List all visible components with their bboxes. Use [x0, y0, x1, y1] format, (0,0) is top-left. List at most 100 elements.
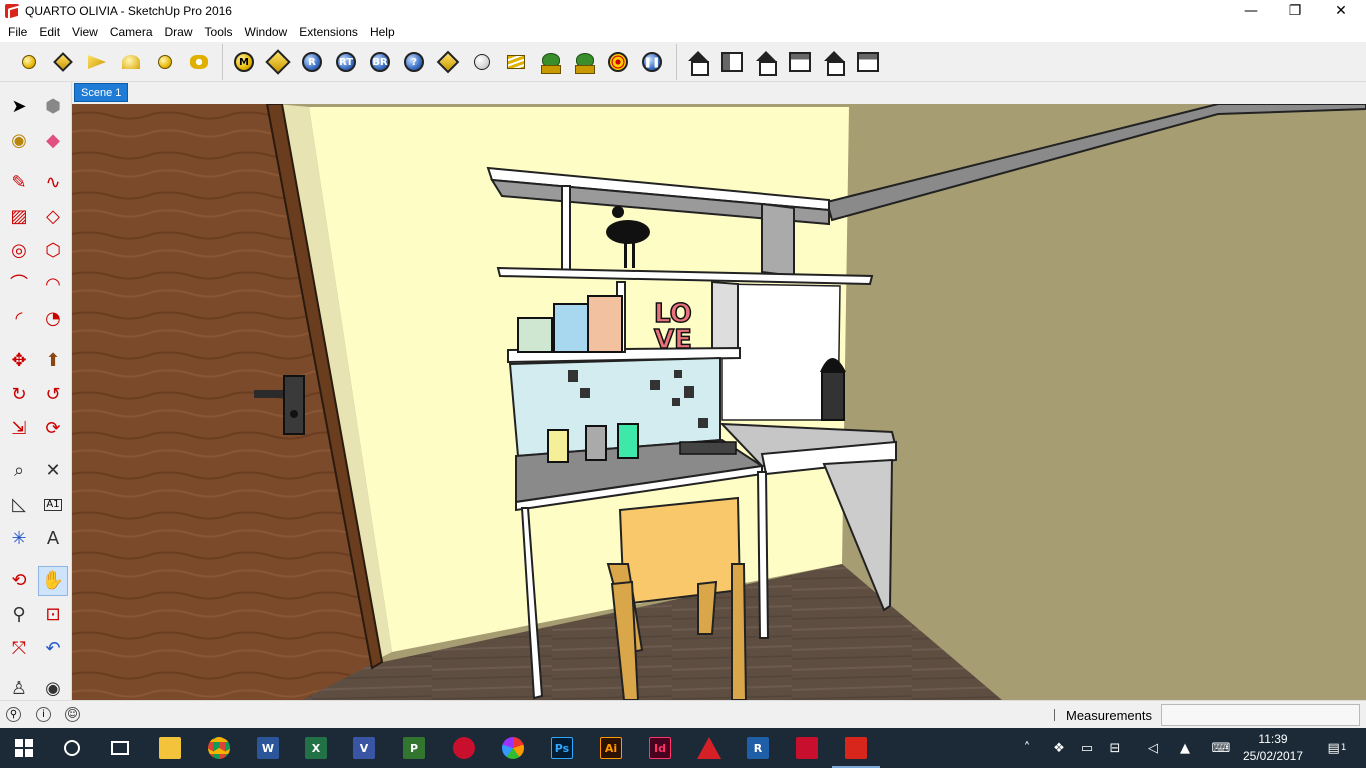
tape-measure-tool[interactable]: ⌕	[4, 456, 34, 486]
pyramid-button[interactable]	[46, 46, 80, 78]
menu-draw[interactable]: Draw	[159, 22, 199, 42]
task-view-button[interactable]	[96, 728, 144, 768]
taskbar-file-explorer[interactable]	[146, 728, 194, 768]
battery-icon[interactable]: ▭	[1076, 728, 1098, 768]
zoom-window-tool[interactable]: ⊡	[38, 600, 68, 630]
axes-tool[interactable]: ✳	[4, 524, 34, 554]
geo-location-icon[interactable]: ⚲	[6, 707, 21, 722]
three-point-arc-tool[interactable]: ◜	[4, 304, 34, 334]
pie-tool[interactable]: ◔	[38, 304, 68, 334]
torus-button[interactable]	[182, 46, 216, 78]
menu-tools[interactable]: Tools	[199, 22, 239, 42]
layers-button[interactable]	[499, 46, 533, 78]
dome-button[interactable]	[114, 46, 148, 78]
follow-me-tool[interactable]: ↺	[38, 380, 68, 410]
hemisphere-button[interactable]	[148, 46, 182, 78]
model-viewport[interactable]: LO VE	[72, 104, 1366, 700]
tree-1-button[interactable]	[533, 46, 567, 78]
taskbar-illustrator[interactable]: Ai	[587, 728, 635, 768]
rotated-rectangle-tool[interactable]: ◇	[38, 202, 68, 232]
taskbar-indesign[interactable]: Id	[636, 728, 684, 768]
tray-expand-button[interactable]: ˄	[1018, 728, 1036, 768]
make-component-tool[interactable]: ⬢	[38, 92, 68, 122]
taskbar-project[interactable]: P	[390, 728, 438, 768]
tree-2-button[interactable]	[567, 46, 601, 78]
taskbar-word[interactable]: W	[244, 728, 292, 768]
menu-camera[interactable]: Camera	[104, 22, 159, 42]
m-button[interactable]: M	[227, 46, 261, 78]
cone-button[interactable]	[80, 46, 114, 78]
circle-tool[interactable]: ◎	[4, 236, 34, 266]
menu-window[interactable]: Window	[239, 22, 294, 42]
dimension-tool[interactable]: ✕	[38, 456, 68, 486]
push-pull-tool[interactable]: ⬆	[38, 346, 68, 376]
text-tool[interactable]: A1	[38, 490, 68, 520]
menu-help[interactable]: Help	[364, 22, 401, 42]
taskbar-sketchup[interactable]	[832, 728, 880, 768]
taskbar-autocad[interactable]	[685, 728, 733, 768]
menu-file[interactable]: File	[2, 22, 33, 42]
zoom-extents-tool[interactable]: ⤧	[4, 634, 34, 664]
action-center-button[interactable]: ▤ 1	[1322, 728, 1352, 768]
rotate-tool[interactable]: ↻	[4, 380, 34, 410]
taskbar-picasa[interactable]	[489, 728, 537, 768]
menu-edit[interactable]: Edit	[33, 22, 66, 42]
polygon-tool[interactable]: ⬡	[38, 236, 68, 266]
orbit-tool[interactable]: ⟲	[4, 566, 34, 596]
google-drive-icon[interactable]: ▲	[1174, 728, 1196, 768]
minimize-button[interactable]: —	[1228, 0, 1274, 22]
scale-tool[interactable]: ⇲	[4, 414, 34, 444]
iso-view-button[interactable]	[681, 46, 715, 78]
sphere-button[interactable]	[12, 46, 46, 78]
user-icon[interactable]: ☺	[65, 707, 80, 722]
cortana-button[interactable]	[48, 728, 96, 768]
taskbar-revit[interactable]: R	[734, 728, 782, 768]
taskbar-app-doc[interactable]	[783, 728, 831, 768]
freehand-tool[interactable]: ∿	[38, 168, 68, 198]
tag-button[interactable]	[261, 46, 295, 78]
label-button[interactable]	[431, 46, 465, 78]
keyboard-icon[interactable]: ⌨	[1208, 728, 1234, 768]
zoom-tool[interactable]: ⚲	[4, 600, 34, 630]
pan-tool[interactable]: ✋	[38, 566, 68, 596]
rectangle-tool[interactable]: ▨	[4, 202, 34, 232]
scene-tab[interactable]: Scene 1	[74, 83, 129, 102]
two-point-arc-tool[interactable]: ◠	[38, 270, 68, 300]
start-button[interactable]	[0, 728, 48, 768]
r-button[interactable]: R	[295, 46, 329, 78]
taskbar-chrome[interactable]	[195, 728, 243, 768]
close-button[interactable]: ✕	[1318, 0, 1364, 22]
taskbar-photoshop[interactable]: Ps	[538, 728, 586, 768]
offset-tool[interactable]: ⟳	[38, 414, 68, 444]
eraser-tool[interactable]: ◆	[38, 126, 68, 156]
globe-button[interactable]	[465, 46, 499, 78]
line-tool[interactable]: ✎	[4, 168, 34, 198]
target-button[interactable]	[601, 46, 635, 78]
pause-button[interactable]: ❚❚	[635, 46, 669, 78]
left-view-button[interactable]	[851, 46, 885, 78]
help-button[interactable]: ?	[397, 46, 431, 78]
dropbox-icon[interactable]: ❖	[1048, 728, 1070, 768]
front-view-button[interactable]	[749, 46, 783, 78]
previous-view-tool[interactable]: ↶	[38, 634, 68, 664]
menu-view[interactable]: View	[66, 22, 104, 42]
arc-tool[interactable]: ⌒	[4, 270, 34, 300]
protractor-tool[interactable]: ◺	[4, 490, 34, 520]
move-tool[interactable]: ✥	[4, 346, 34, 376]
info-icon[interactable]: i	[36, 707, 51, 722]
menu-extensions[interactable]: Extensions	[293, 22, 364, 42]
back-view-button[interactable]	[817, 46, 851, 78]
volume-icon[interactable]: ◁	[1142, 728, 1164, 768]
right-view-button[interactable]	[783, 46, 817, 78]
rt-button[interactable]: RT	[329, 46, 363, 78]
taskbar-visio[interactable]: V	[340, 728, 388, 768]
3d-text-tool[interactable]: A	[38, 524, 68, 554]
taskbar-excel[interactable]: X	[292, 728, 340, 768]
taskbar-app-red[interactable]	[440, 728, 488, 768]
top-view-button[interactable]	[715, 46, 749, 78]
clock[interactable]: 11:39 25/02/2017	[1238, 731, 1308, 765]
restore-button[interactable]: ❐	[1272, 0, 1318, 22]
br-button[interactable]: BR	[363, 46, 397, 78]
paint-bucket-tool[interactable]: ◉	[4, 126, 34, 156]
select-tool[interactable]: ➤	[4, 92, 34, 122]
